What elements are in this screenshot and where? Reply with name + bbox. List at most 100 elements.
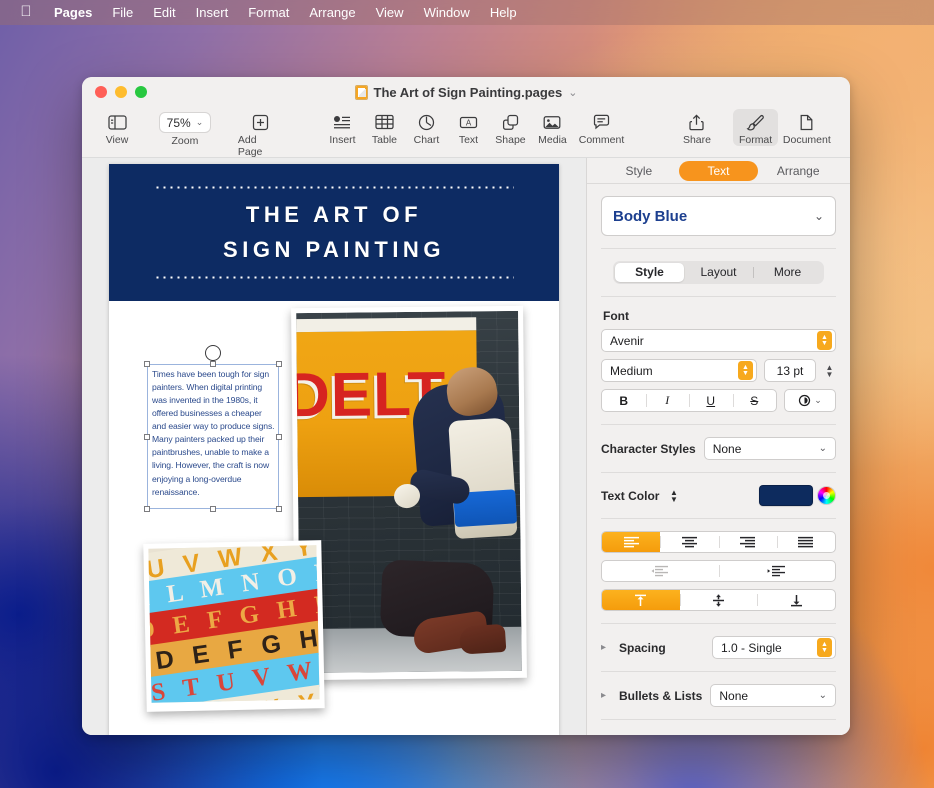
tab-text[interactable]: Text [679, 161, 759, 181]
subtab-more[interactable]: More [753, 263, 822, 282]
menu-item-view[interactable]: View [366, 3, 414, 23]
resize-handle-middle-left[interactable] [144, 434, 150, 440]
character-styles-label: Character Styles [601, 442, 696, 456]
chevron-right-icon[interactable]: ▸ [601, 642, 611, 653]
add-page-label: Add Page [238, 134, 283, 158]
chevron-right-icon[interactable]: ▸ [601, 690, 611, 701]
menu-item-format[interactable]: Format [238, 3, 299, 23]
chevron-down-icon: ⌄ [196, 117, 204, 128]
document-label: Document [783, 134, 831, 146]
paragraph-style-selector[interactable]: Body Blue ⌄ [601, 196, 836, 236]
add-page-button[interactable]: Add Page [232, 109, 289, 158]
menu-item-edit[interactable]: Edit [143, 3, 185, 23]
media-button[interactable]: Media [531, 109, 573, 146]
document-page[interactable]: THE ART OF SIGN PAINTING DELTA [109, 164, 559, 735]
share-icon [689, 112, 704, 132]
text-button[interactable]: A Text [447, 109, 489, 146]
align-middle-button[interactable] [680, 590, 758, 610]
paragraph-style-value: Body Blue [613, 208, 687, 225]
shape-icon [502, 112, 519, 132]
font-family-select[interactable]: Avenir ▲▼ [601, 329, 836, 352]
zoom-control[interactable]: 75% ⌄ Zoom [153, 109, 216, 147]
photo-sign-painter[interactable]: DELTA [291, 306, 527, 680]
minimize-button[interactable] [115, 86, 127, 98]
font-size-stepper[interactable]: ▲▼ [823, 359, 836, 382]
spacing-select[interactable]: 1.0 - Single ▲▼ [712, 636, 836, 659]
menu-item-window[interactable]: Window [414, 3, 480, 23]
stepper-icon[interactable]: ▲▼ [817, 638, 832, 657]
strikethrough-button[interactable]: S [733, 390, 777, 411]
resize-handle-top-center[interactable] [210, 361, 216, 367]
selected-text-box[interactable]: Times have been tough for sign painters.… [147, 364, 279, 509]
photo-sign-painter-image: DELTA [296, 311, 522, 673]
align-top-button[interactable] [602, 590, 680, 610]
menu-item-arrange[interactable]: Arrange [299, 3, 365, 23]
align-left-button[interactable] [602, 532, 660, 552]
apple-logo-icon[interactable]:  [18, 3, 34, 20]
view-button[interactable]: View [96, 109, 138, 146]
comment-button[interactable]: Comment [573, 109, 629, 146]
maximize-button[interactable] [135, 86, 147, 98]
decrease-indent-button[interactable] [602, 561, 719, 581]
share-button[interactable]: Share [676, 109, 718, 146]
underline-button[interactable]: U [689, 390, 733, 411]
format-label: Format [739, 134, 772, 146]
resize-handle-top-right[interactable] [276, 361, 282, 367]
align-justify-button[interactable] [777, 532, 835, 552]
stepper-icon[interactable]: ▲▼ [817, 331, 832, 350]
chart-button[interactable]: Chart [405, 109, 447, 146]
resize-handle-bottom-left[interactable] [144, 506, 150, 512]
chevron-down-icon[interactable]: ⌄ [568, 86, 577, 99]
color-wheel-icon[interactable] [817, 486, 836, 505]
resize-handle-top-left[interactable] [144, 361, 150, 367]
document-canvas[interactable]: THE ART OF SIGN PAINTING DELTA [82, 158, 586, 735]
italic-button[interactable]: I [646, 390, 690, 411]
text-color-label: Text Color [601, 489, 659, 503]
text-options-menu-button[interactable]: ⌄ [784, 389, 836, 412]
bold-button[interactable]: B [602, 390, 646, 411]
format-inspector: Style Text Arrange Body Blue ⌄ Style Lay… [586, 158, 850, 735]
character-styles-select[interactable]: None ⌄ [704, 437, 836, 460]
zoom-pill[interactable]: 75% ⌄ [159, 112, 212, 133]
subtab-style[interactable]: Style [615, 263, 684, 282]
menu-item-pages[interactable]: Pages [44, 3, 102, 23]
view-label: View [106, 134, 129, 146]
text-color-stepper-icon[interactable]: ▲▼ [667, 489, 680, 503]
shape-button[interactable]: Shape [489, 109, 531, 146]
close-button[interactable] [95, 86, 107, 98]
document-title-text: The Art of Sign Painting.pages [374, 85, 563, 100]
photo-alphabet-signs[interactable]: U V W X Y K L M N O P D E F G H I C D E … [143, 540, 324, 712]
text-color-swatch[interactable] [759, 485, 813, 506]
chevron-down-icon: ⌄ [814, 395, 822, 406]
increase-indent-button[interactable] [719, 561, 836, 581]
align-right-button[interactable] [719, 532, 777, 552]
table-button[interactable]: Table [363, 109, 405, 146]
insert-button[interactable]: Insert [321, 109, 363, 146]
tab-arrange[interactable]: Arrange [758, 161, 838, 181]
character-styles-row: Character Styles None ⌄ [601, 437, 836, 460]
resize-handle-bottom-right[interactable] [276, 506, 282, 512]
subtab-layout[interactable]: Layout [684, 263, 753, 282]
rotate-handle[interactable] [205, 345, 221, 361]
shape-label: Shape [495, 134, 525, 146]
align-bottom-button[interactable] [757, 590, 835, 610]
media-label: Media [538, 134, 567, 146]
resize-handle-middle-right[interactable] [276, 434, 282, 440]
stepper-icon[interactable]: ▲▼ [738, 361, 753, 380]
menu-item-file[interactable]: File [102, 3, 143, 23]
align-center-button[interactable] [660, 532, 718, 552]
format-button[interactable]: Format [733, 109, 777, 146]
spacing-label: Spacing [619, 641, 666, 655]
pages-document-icon [355, 85, 368, 100]
traffic-lights [82, 86, 147, 98]
bullets-select[interactable]: None ⌄ [710, 684, 836, 707]
font-family-value: Avenir [610, 334, 644, 348]
font-weight-select[interactable]: Medium ▲▼ [601, 359, 757, 382]
document-button[interactable]: Document [778, 109, 836, 146]
align-justify-icon [797, 536, 814, 548]
menu-item-insert[interactable]: Insert [186, 3, 239, 23]
resize-handle-bottom-center[interactable] [210, 506, 216, 512]
tab-style[interactable]: Style [599, 161, 679, 181]
font-size-input[interactable]: 13 pt [764, 359, 816, 382]
menu-item-help[interactable]: Help [480, 3, 527, 23]
